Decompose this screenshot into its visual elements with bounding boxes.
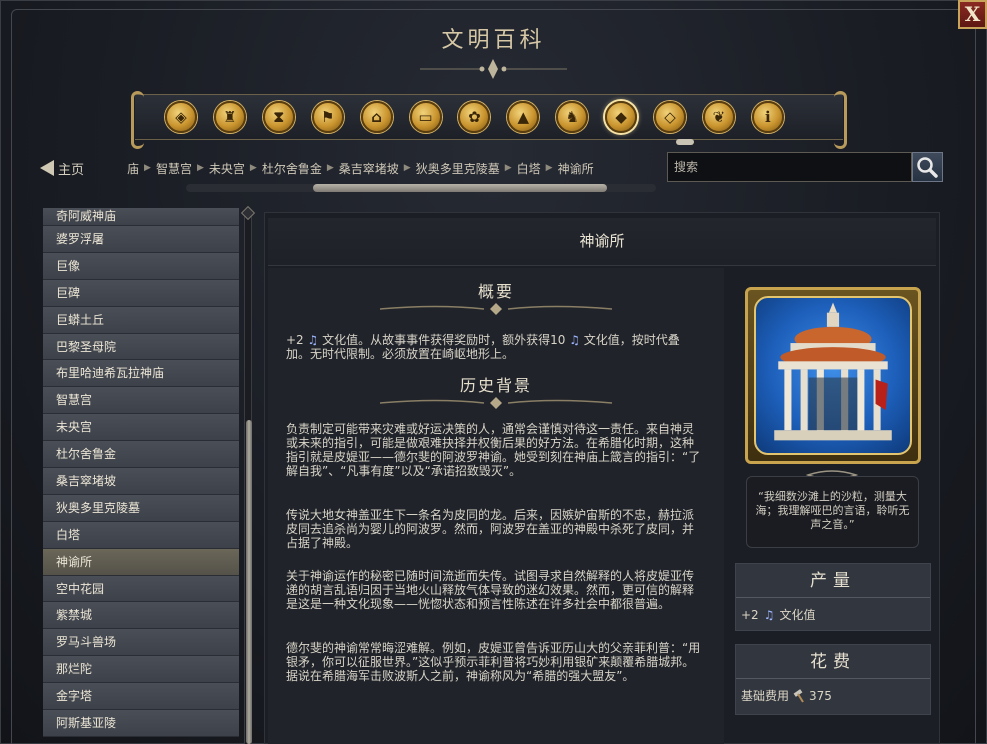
sidebar-item[interactable]: 婆罗浮屠 [43,226,239,253]
breadcrumb-item[interactable]: 桑吉窣堵坡 [334,160,404,177]
summary-text-part2: 文化值。从故事事件获得奖励时，额外获得10 [318,333,570,347]
breadcrumb-item[interactable]: 智慧宫 [151,160,197,177]
terrain-icon[interactable]: ▲ [507,101,540,133]
breadcrumb-item[interactable]: 未央宫 [204,160,250,177]
improvements-icon[interactable]: ✿ [458,101,491,133]
cost-row: 基础费用 375 [736,679,930,712]
sidebar-item[interactable]: 阿斯基亚陵 [43,710,239,737]
yield-label: 文化值 [779,608,816,622]
breadcrumb-separator-icon: ▶ [249,163,257,173]
breadcrumb-separator-icon: ▶ [144,163,151,173]
districts-icon[interactable]: ▭ [409,101,442,133]
civilizations-icon[interactable]: ♜ [213,101,246,133]
history-paragraph: 负责制定可能带来灾难或好运决策的人，通常会谨慎对待这一责任。来自神灵或未来的指引… [286,422,701,478]
oracle-temple-icon [774,302,892,441]
flag-icon[interactable]: ⚑ [311,101,344,133]
breadcrumb-separator-icon: ▶ [545,163,553,173]
sidebar-item[interactable]: 巴黎圣母院 [43,333,239,361]
breadcrumb: 庙 ▶ 智慧宫 ▶ 未央宫 ▶ 杜尔舍鲁金 ▶ 桑吉窣堵坡 ▶ 狄奥多里克陵墓 ▶ 白塔 ▶ 神谕所 [122,159,599,177]
culture-icon: ♫ [763,607,775,622]
cost-label: 基础费用 [741,689,790,703]
history-heading: 历史背景 [459,376,532,395]
wonder-quote: “我细数沙滩上的沙粒，测量大海；我理解哑巴的言语，聆听无声之音。” [746,476,919,548]
breadcrumb-scrollbar[interactable] [186,184,656,192]
category-selection-indicator [676,139,694,145]
home-label: 主页 [58,162,85,178]
culture-icon: ♫ [569,333,580,347]
sidebar-item[interactable]: 罗马斗兽场 [43,629,239,657]
cost-box: 花费 基础费用 375 [735,644,931,715]
sidebar-item[interactable]: 那烂陀 [43,656,239,684]
breadcrumb-item[interactable]: 杜尔舍鲁金 [257,160,327,177]
sidebar-item[interactable]: 布里哈迪希瓦拉神庙 [43,360,239,388]
back-arrow-icon [40,160,54,176]
summary-text: +2 ♫ 文化值。从故事事件获得奖励时，额外获得10 ♫ 文化值，按时代叠加。无… [286,333,702,361]
search-input[interactable]: 搜索 [667,152,912,182]
info-icon[interactable]: ℹ [751,101,784,133]
article-title: 神谕所 [268,218,936,266]
summary-heading: 概要 [477,282,514,301]
yield-row: +2 ♫ 文化值 [736,598,930,631]
oracle-image [754,296,912,455]
summary-divider [380,303,612,315]
search-button[interactable] [912,152,943,182]
sidebar-item[interactable]: 奇阿威神庙 [43,208,239,226]
city-states-icon[interactable]: ⌂ [360,101,393,133]
yield-heading: 产量 [736,564,930,598]
culture-icon: ♫ [307,333,319,347]
wonder-list: 奇阿威神庙 婆罗浮屠 巨像 巨碑 巨蟒土丘 巴黎圣母院 布里哈迪希瓦拉神庙 智慧宫 未央宫 杜尔舍… [43,208,239,744]
breadcrumb-item[interactable]: 狄奥多里克陵墓 [411,160,505,177]
concepts-icon[interactable]: ◈ [165,101,197,133]
list-scroll-thumb[interactable] [246,420,252,744]
breadcrumb-separator-icon: ▶ [196,163,204,173]
title-ornament [420,59,567,79]
breadcrumb-separator-icon: ▶ [326,163,334,173]
category-toolbar: ◈ ♜ ⧗ ⚑ ⌂ ▭ ✿ ▲ ♞ ◆ ◇ ❦ ℹ [131,91,847,149]
sidebar-item[interactable]: 桑吉窣堵坡 [43,468,239,495]
yield-box: 产量 +2 ♫ 文化值 [735,563,931,631]
sidebar-item[interactable]: 未央宫 [43,414,239,442]
history-paragraph: 关于神谕运作的秘密已随时间流逝而失传。试图寻求自然解释的人将皮媞亚传递的胡言乱语… [286,569,695,611]
list-scrollbar[interactable] [244,212,252,744]
summary-text-part1: +2 [286,333,308,347]
sidebar-item[interactable]: 紫禁城 [43,602,239,630]
sidebar-item[interactable]: 巨蟒土丘 [43,306,239,334]
sidebar-item[interactable]: 狄奥多里克陵墓 [43,494,239,522]
sidebar-item[interactable]: 白塔 [43,521,239,549]
eras-icon[interactable]: ⧗ [262,101,295,133]
sidebar-item[interactable]: 空中花园 [43,575,239,603]
home-link[interactable]: 主页 [40,157,84,179]
wonders-icon[interactable]: ◆ [605,101,638,133]
page-title: 文明百科 [441,28,546,53]
sidebar-item[interactable]: 巨碑 [43,279,239,307]
governments-icon[interactable]: ◇ [654,101,686,133]
sidebar-item[interactable]: 神谕所 [43,548,239,576]
breadcrumb-item[interactable]: 白塔 [512,160,546,177]
breadcrumb-item[interactable]: 庙 [122,160,144,177]
breadcrumb-separator-icon: ▶ [403,163,411,173]
yield-amount: +2 [741,607,759,622]
history-paragraph: 德尔斐的神谕常常晦涩难解。例如，皮媞亚曾告诉亚历山大的父亲菲利普：“用银矛，你可… [286,641,701,683]
religion-icon[interactable]: ❦ [702,101,735,133]
cost-value: 375 [809,688,832,703]
wonder-portrait [745,287,921,464]
breadcrumb-item[interactable]: 神谕所 [553,160,599,177]
search-icon [917,157,938,178]
production-hammer-icon [793,688,804,703]
history-paragraph: 传说大地女神盖亚生下一条名为皮同的龙。后来，因嫉妒宙斯的不忠，赫拉派皮同去追杀尚… [286,508,695,550]
sidebar-item[interactable]: 智慧宫 [43,387,239,415]
cost-heading: 花费 [736,645,930,679]
breadcrumb-separator-icon: ▶ [504,163,512,173]
breadcrumb-scroll-thumb[interactable] [313,184,607,192]
sidebar-item[interactable]: 金字塔 [43,683,239,711]
sidebar-item[interactable]: 巨像 [43,252,239,280]
sidebar-item[interactable]: 杜尔舍鲁金 [43,441,239,469]
units-icon[interactable]: ♞ [556,101,589,133]
history-divider [380,397,612,409]
